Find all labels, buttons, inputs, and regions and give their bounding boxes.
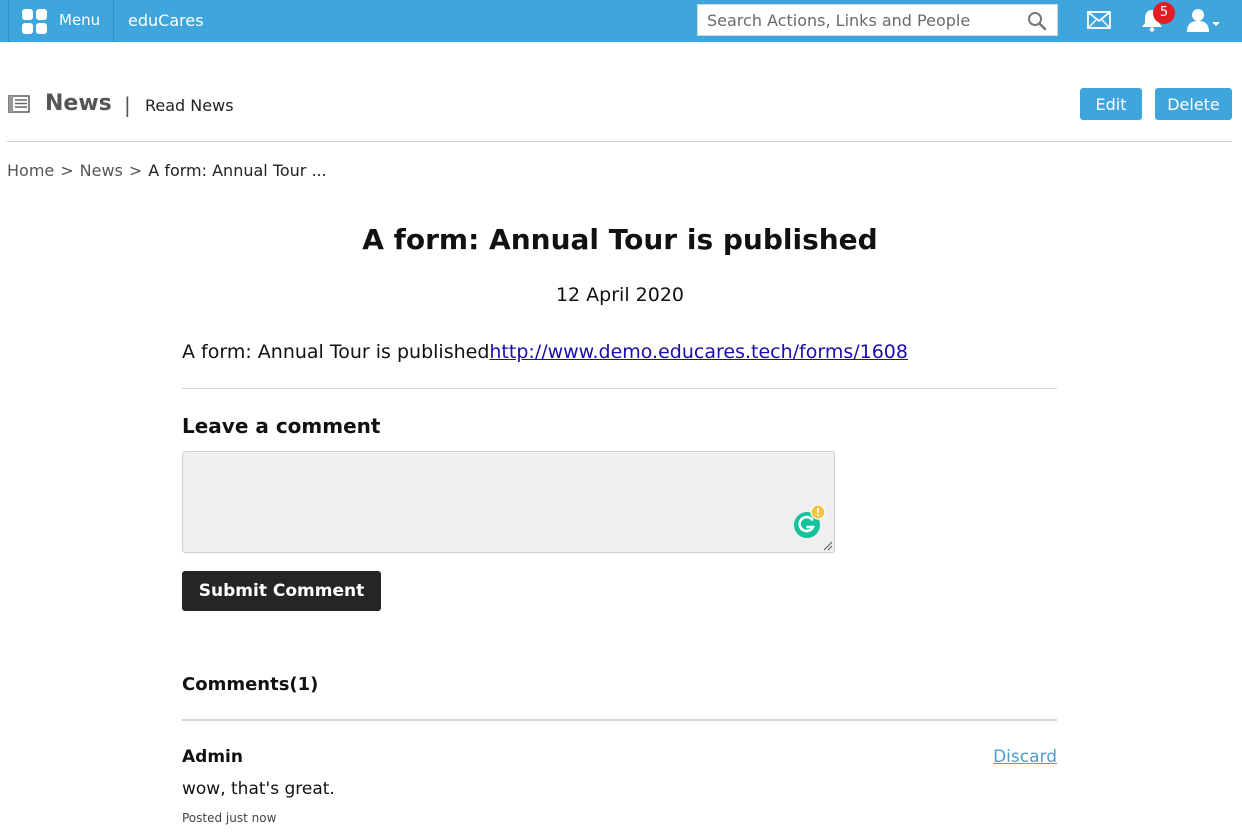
breadcrumb-news-link[interactable]: News [80, 161, 123, 180]
search-input[interactable] [698, 5, 1018, 35]
comments-divider [182, 719, 1057, 721]
article-body-text: A form: Annual Tour is published [182, 341, 490, 363]
menu-button[interactable]: Menu [8, 0, 114, 42]
breadcrumb: Home > News > A form: Annual Tour ... [7, 161, 327, 180]
comments-heading: Comments(1) [182, 674, 319, 695]
comment-textarea[interactable] [182, 451, 835, 553]
discard-comment-link[interactable]: Discard [993, 747, 1057, 767]
user-icon[interactable] [1187, 8, 1221, 32]
submit-comment-button[interactable]: Submit Comment [182, 571, 381, 611]
header-divider [7, 141, 1232, 142]
breadcrumb-separator: > [128, 161, 143, 180]
comment-text: wow, that's great. [182, 779, 335, 799]
leave-comment-heading: Leave a comment [182, 414, 381, 438]
article-divider [182, 388, 1057, 389]
search-box [697, 4, 1058, 36]
breadcrumb-separator: > [60, 161, 74, 180]
article-body: A form: Annual Tour is publishedhttp://w… [182, 341, 908, 363]
grid-icon [22, 9, 47, 34]
page-title: News [45, 91, 112, 116]
edit-button[interactable]: Edit [1080, 88, 1142, 120]
menu-label: Menu [59, 11, 101, 29]
article-form-link[interactable]: http://www.demo.educares.tech/forms/1608 [489, 341, 908, 363]
breadcrumb-home-link[interactable]: Home [7, 161, 54, 180]
newspaper-icon [8, 95, 30, 113]
delete-button[interactable]: Delete [1155, 88, 1232, 120]
grammarly-icon[interactable] [793, 505, 829, 541]
title-separator: | [124, 93, 131, 117]
comment-timestamp: Posted just now [182, 811, 277, 825]
mail-icon[interactable] [1087, 11, 1111, 29]
article-title: A form: Annual Tour is published [362, 223, 878, 256]
resize-handle-icon[interactable] [822, 540, 833, 551]
page-subtitle: Read News [145, 96, 234, 115]
comment-author: Admin [182, 747, 243, 767]
notification-count-badge: 5 [1153, 2, 1175, 24]
brand-link[interactable]: eduCares [128, 11, 204, 30]
top-navigation-bar: Menu eduCares 5 [0, 0, 1242, 42]
article-date: 12 April 2020 [555, 284, 685, 306]
search-icon[interactable] [1027, 11, 1047, 31]
breadcrumb-current: A form: Annual Tour ... [148, 161, 327, 180]
